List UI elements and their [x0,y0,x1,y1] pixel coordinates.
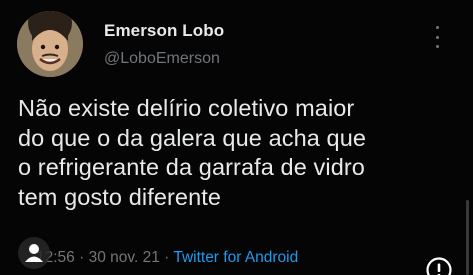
scrollbar[interactable] [466,200,469,275]
tweet-source[interactable]: Twitter for Android [173,249,298,266]
tweet-card: Emerson Lobo @LoboEmerson Não existe del… [0,0,473,275]
alert-icon[interactable] [425,256,453,275]
meta-separator: · [74,249,89,266]
tweet-meta: 12:56 · 30 nov. 21 · Twitter for Android [36,249,298,267]
person-icon[interactable] [18,237,50,269]
avatar[interactable] [17,11,83,77]
author-handle[interactable]: @LoboEmerson [104,50,220,68]
tweet-date[interactable]: 30 nov. 21 [89,249,160,266]
avatar-image [17,11,83,77]
author-name[interactable]: Emerson Lobo [104,21,224,41]
more-vertical-icon[interactable] [434,26,440,48]
tweet-text: Não existe delírio coletivo maior do que… [18,95,367,210]
meta-separator: · [159,249,174,266]
